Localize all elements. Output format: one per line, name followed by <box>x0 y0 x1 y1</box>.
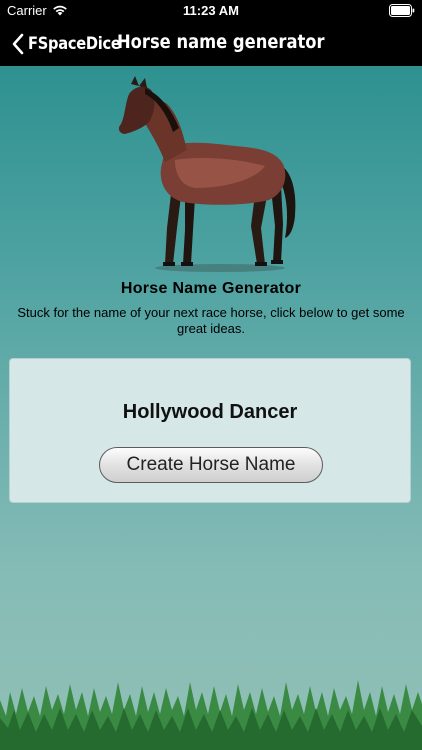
navigation-bar: FSpaceDice Horse name generator <box>0 22 422 66</box>
back-button-label: FSpaceDice <box>28 34 121 54</box>
grass-decoration <box>0 680 422 750</box>
page-title: Horse name generator <box>117 31 325 53</box>
status-bar: Carrier 11:23 AM <box>0 0 422 22</box>
app-screen: Carrier 11:23 AM FSpaceDice Horse name g… <box>0 0 422 750</box>
generated-horse-name: Hollywood Dancer <box>122 401 298 423</box>
battery-icon <box>389 4 415 17</box>
name-result-card: Hollywood Dancer Create Horse Name <box>9 358 411 503</box>
horse-illustration <box>118 76 296 272</box>
generator-description: Stuck for the name of your next race hor… <box>17 305 405 336</box>
create-horse-name-button[interactable]: Create Horse Name <box>99 447 323 483</box>
generator-heading: Horse Name Generator <box>120 280 302 297</box>
main-content: Horse Name Generator Stuck for the name … <box>0 66 422 750</box>
status-time: 11:23 AM <box>183 3 239 18</box>
chevron-left-icon <box>12 33 24 55</box>
